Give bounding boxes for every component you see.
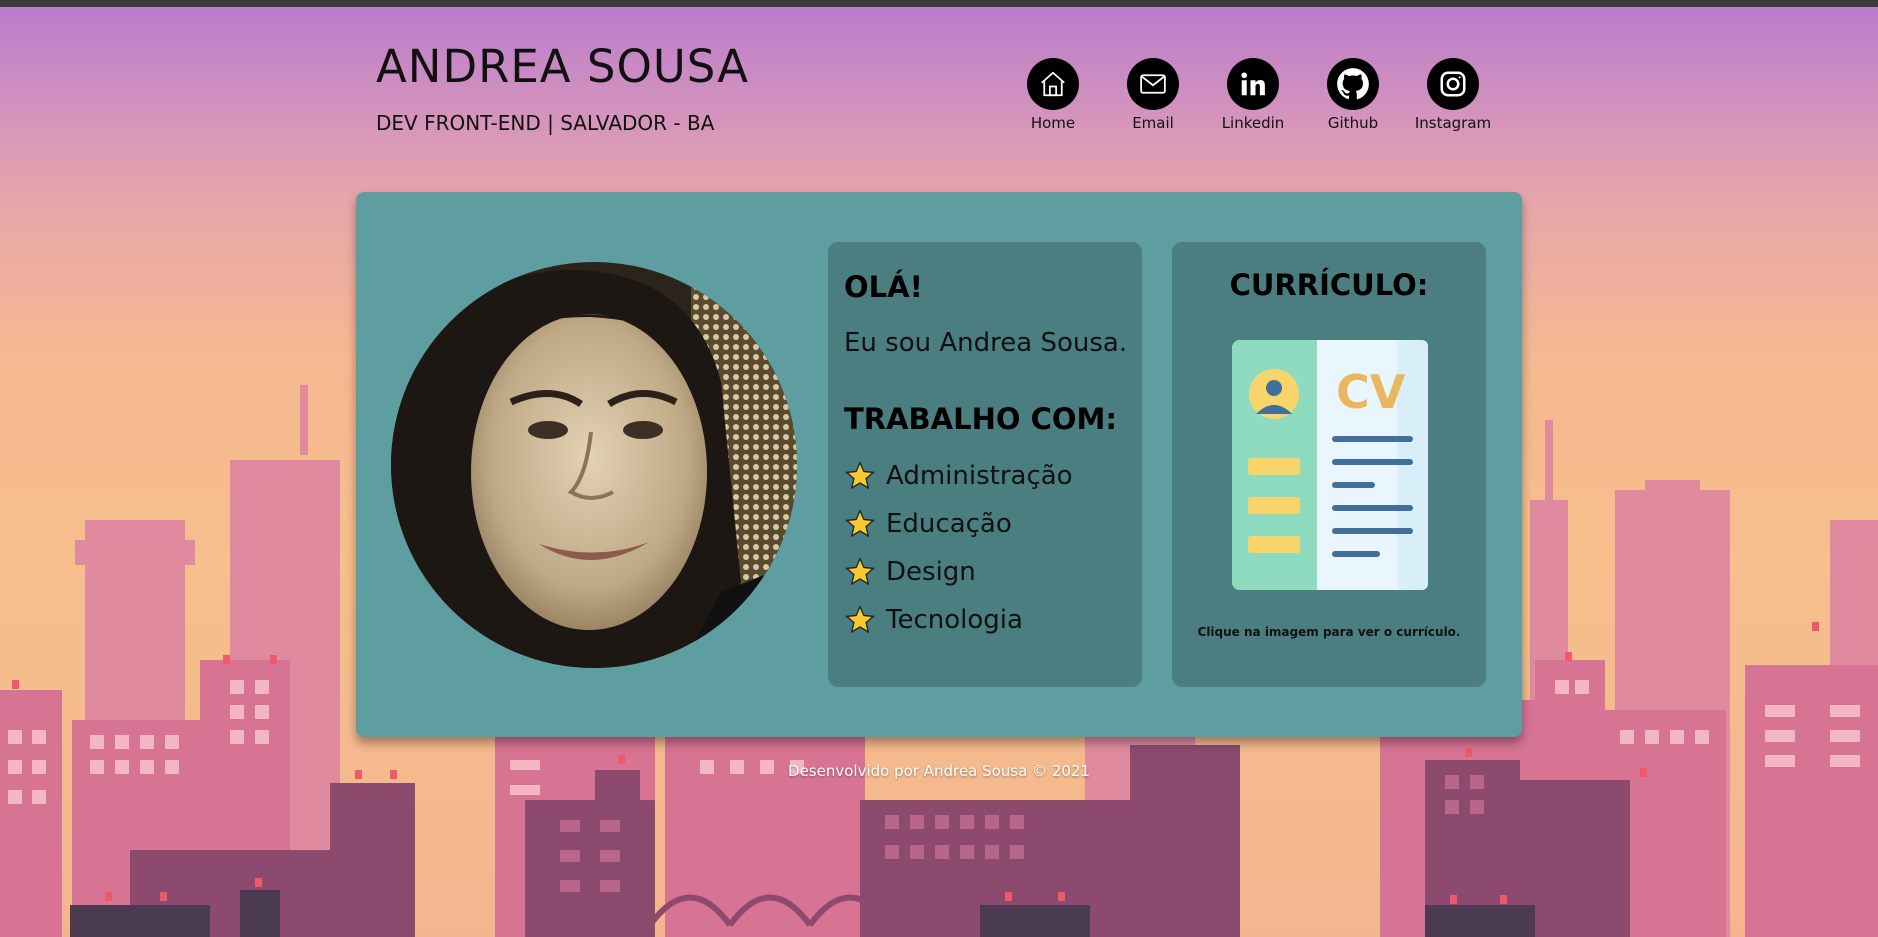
site-title: ANDREA SOUSA <box>376 40 749 93</box>
skill-label: Tecnologia <box>886 605 1023 635</box>
skill-item: Tecnologia <box>844 604 1023 636</box>
star-icon <box>845 605 875 634</box>
site-header: ANDREA SOUSA DEV FRONT-END | SALVADOR - … <box>376 40 749 135</box>
skill-label: Educação <box>886 509 1012 539</box>
profile-card: OLÁ! Eu sou Andrea Sousa. TRABALHO COM: … <box>356 192 1522 737</box>
nav-linkedin[interactable]: Linkedin <box>1203 58 1303 132</box>
cv-label: CV <box>1336 365 1406 419</box>
home-icon[interactable] <box>1027 58 1079 110</box>
nav-linkedin-label: Linkedin <box>1221 114 1285 132</box>
envelope-icon[interactable] <box>1127 58 1179 110</box>
star-icon <box>845 461 875 490</box>
nav-instagram[interactable]: Instagram <box>1403 58 1503 132</box>
skill-item: Educação <box>844 508 1012 540</box>
resume-hint: Clique na imagem para ver o currículo. <box>1197 625 1461 639</box>
greeting-heading: OLÁ! <box>844 270 923 304</box>
cv-document-icon[interactable]: CV <box>1232 340 1428 590</box>
work-heading: TRABALHO COM: <box>844 402 1117 436</box>
star-icon <box>845 557 875 586</box>
nav-github[interactable]: Github <box>1303 58 1403 132</box>
profile-photo <box>391 262 797 668</box>
skill-label: Administração <box>886 461 1073 491</box>
resume-heading: CURRÍCULO: <box>1229 268 1429 302</box>
nav-home-label: Home <box>1030 114 1076 132</box>
github-icon[interactable] <box>1327 58 1379 110</box>
star-icon <box>845 509 875 538</box>
site-subtitle: DEV FRONT-END | SALVADOR - BA <box>376 111 715 135</box>
nav-email-label: Email <box>1132 114 1174 132</box>
skill-label: Design <box>886 557 976 587</box>
nav-instagram-label: Instagram <box>1414 114 1492 132</box>
nav-email[interactable]: Email <box>1103 58 1203 132</box>
intro-text: Eu sou Andrea Sousa. <box>844 328 1128 358</box>
footer-credit: Desenvolvido por Andrea Sousa © 2021 <box>788 762 1090 780</box>
skill-item: Administração <box>844 460 1073 492</box>
skill-item: Design <box>844 556 976 588</box>
about-panel: OLÁ! Eu sou Andrea Sousa. TRABALHO COM: … <box>828 242 1142 687</box>
nav-github-label: Github <box>1327 114 1379 132</box>
linkedin-icon[interactable] <box>1227 58 1279 110</box>
instagram-icon[interactable] <box>1427 58 1479 110</box>
nav-home[interactable]: Home <box>1003 58 1103 132</box>
resume-panel: CURRÍCULO: CV Clique na imagem para ver … <box>1172 242 1486 687</box>
